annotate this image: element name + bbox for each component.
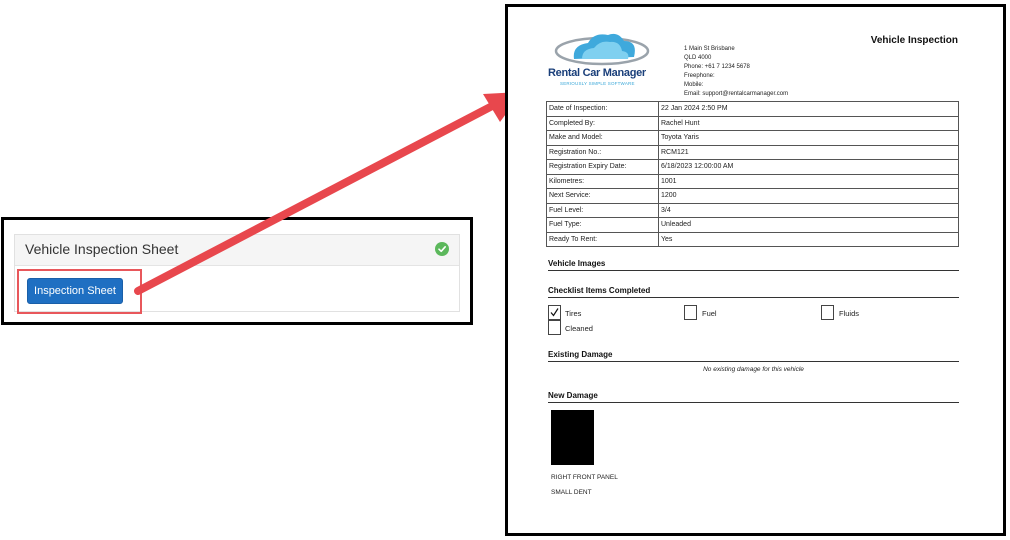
table-row: Registration No.: RCM121 bbox=[546, 144, 959, 160]
table-row: Next Service: 1200 bbox=[546, 188, 959, 204]
checkbox[interactable] bbox=[684, 305, 697, 320]
table-row: Fuel Level: 3/4 bbox=[546, 202, 959, 218]
detail-label: Date of Inspection: bbox=[546, 101, 659, 117]
button-highlight-box: Inspection Sheet bbox=[17, 269, 142, 314]
checklist-label: Fluids bbox=[839, 309, 860, 318]
table-row: Completed By: Rachel Hunt bbox=[546, 115, 959, 131]
vehicle-details-table: Date of Inspection: 22 Jan 2024 2:50 PM C… bbox=[546, 101, 959, 247]
damage-photo bbox=[551, 410, 594, 465]
card-title: Vehicle Inspection Sheet bbox=[25, 241, 179, 257]
checklist-label: Cleaned bbox=[565, 324, 593, 333]
document-title: Vehicle Inspection bbox=[870, 35, 958, 46]
section-vehicle-images: Vehicle Images bbox=[548, 259, 959, 271]
address-line: 1 Main St Brisbane bbox=[684, 46, 735, 52]
logo-tagline: SERIOUSLY SIMPLE SOFTWARE bbox=[560, 81, 635, 86]
detail-label: Kilometres: bbox=[546, 173, 659, 189]
detail-value: Toyota Yaris bbox=[658, 130, 959, 146]
detail-label: Completed By: bbox=[546, 115, 659, 131]
detail-value: Rachel Hunt bbox=[658, 115, 959, 131]
detail-value: 1200 bbox=[658, 188, 959, 204]
table-row: Make and Model: Toyota Yaris bbox=[546, 130, 959, 146]
table-row: Kilometres: 1001 bbox=[546, 173, 959, 189]
no-existing-damage-note: No existing damage for this vehicle bbox=[703, 366, 804, 373]
checkbox[interactable] bbox=[821, 305, 834, 320]
checkmark-icon bbox=[550, 308, 559, 317]
section-checklist: Checklist Items Completed bbox=[548, 286, 959, 298]
section-new-damage: New Damage bbox=[548, 391, 959, 403]
detail-value: Unleaded bbox=[658, 217, 959, 233]
address-line: Freephone: bbox=[684, 73, 715, 79]
table-row: Date of Inspection: 22 Jan 2024 2:50 PM bbox=[546, 101, 959, 117]
logo-text: Rental Car Manager bbox=[548, 67, 646, 79]
inspection-document: Rental Car Manager SERIOUSLY SIMPLE SOFT… bbox=[505, 4, 1006, 536]
card-header: Vehicle Inspection Sheet bbox=[15, 235, 459, 266]
screenshot-panel: Vehicle Inspection Sheet Inspection Shee… bbox=[1, 217, 473, 325]
detail-value: 22 Jan 2024 2:50 PM bbox=[658, 101, 959, 117]
detail-value: 3/4 bbox=[658, 202, 959, 218]
company-address: 1 Main St Brisbane QLD 4000 Phone: +61 7… bbox=[684, 45, 788, 99]
checkbox[interactable] bbox=[548, 305, 561, 320]
damage-location: RIGHT FRONT PANEL bbox=[551, 474, 618, 481]
inspection-sheet-button[interactable]: Inspection Sheet bbox=[27, 278, 123, 304]
detail-label: Fuel Type: bbox=[546, 217, 659, 233]
damage-description: SMALL DENT bbox=[551, 489, 592, 496]
checklist-label: Fuel bbox=[702, 309, 717, 318]
checklist-label: Tires bbox=[565, 309, 582, 318]
detail-label: Registration No.: bbox=[546, 144, 659, 160]
detail-value: RCM121 bbox=[658, 144, 959, 160]
inspection-card: Vehicle Inspection Sheet Inspection Shee… bbox=[14, 234, 460, 314]
detail-label: Make and Model: bbox=[546, 130, 659, 146]
section-existing-damage: Existing Damage bbox=[548, 350, 959, 362]
table-row: Fuel Type: Unleaded bbox=[546, 217, 959, 233]
check-circle-icon bbox=[435, 242, 449, 256]
rental-car-manager-logo: Rental Car Manager SERIOUSLY SIMPLE SOFT… bbox=[548, 29, 658, 89]
detail-value: 1001 bbox=[658, 173, 959, 189]
address-line: QLD 4000 bbox=[684, 55, 712, 61]
detail-label: Registration Expiry Date: bbox=[546, 159, 659, 175]
detail-label: Fuel Level: bbox=[546, 202, 659, 218]
checkbox[interactable] bbox=[548, 320, 561, 335]
detail-label: Ready To Rent: bbox=[546, 231, 659, 247]
address-line: Mobile: bbox=[684, 82, 704, 88]
address-line: Email: support@rentalcarmanager.com bbox=[684, 91, 789, 97]
detail-value: Yes bbox=[658, 231, 959, 247]
detail-value: 6/18/2023 12:00:00 AM bbox=[658, 159, 959, 175]
table-row: Registration Expiry Date: 6/18/2023 12:00… bbox=[546, 159, 959, 175]
table-row: Ready To Rent: Yes bbox=[546, 231, 959, 247]
detail-label: Next Service: bbox=[546, 188, 659, 204]
address-line: Phone: +61 7 1234 5678 bbox=[684, 64, 750, 70]
